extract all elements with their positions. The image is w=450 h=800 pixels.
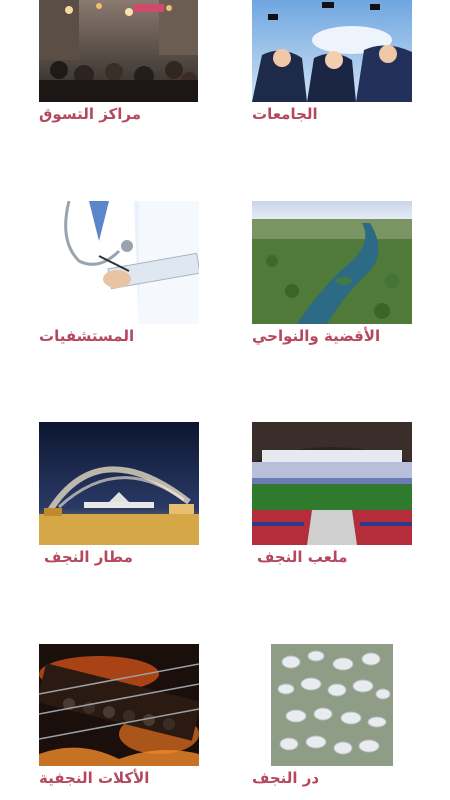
tile-label: مراكز التسوق <box>39 105 142 123</box>
airplane-water-salute-image <box>39 422 199 545</box>
football-stadium-image <box>252 422 412 545</box>
tile-label: در النجف <box>252 769 320 787</box>
graduates-throwing-caps-image <box>252 0 412 102</box>
najaf-pearl-stones-image <box>271 644 393 766</box>
river-aerial-image <box>252 201 412 324</box>
grilled-kebab-image <box>39 644 199 766</box>
shopping-mall-crowd-image <box>39 0 198 102</box>
tile-label: الأكلات النجفية <box>39 769 150 787</box>
tile-label: المستشفيات <box>39 327 135 345</box>
tile-label: ملعب النجف <box>257 548 348 566</box>
tile-label: مطار النجف <box>44 548 133 566</box>
doctor-with-clipboard-image <box>39 201 199 324</box>
tile-label: الأقضية والنواحي <box>252 327 381 345</box>
tile-label: الجامعات <box>252 105 318 123</box>
